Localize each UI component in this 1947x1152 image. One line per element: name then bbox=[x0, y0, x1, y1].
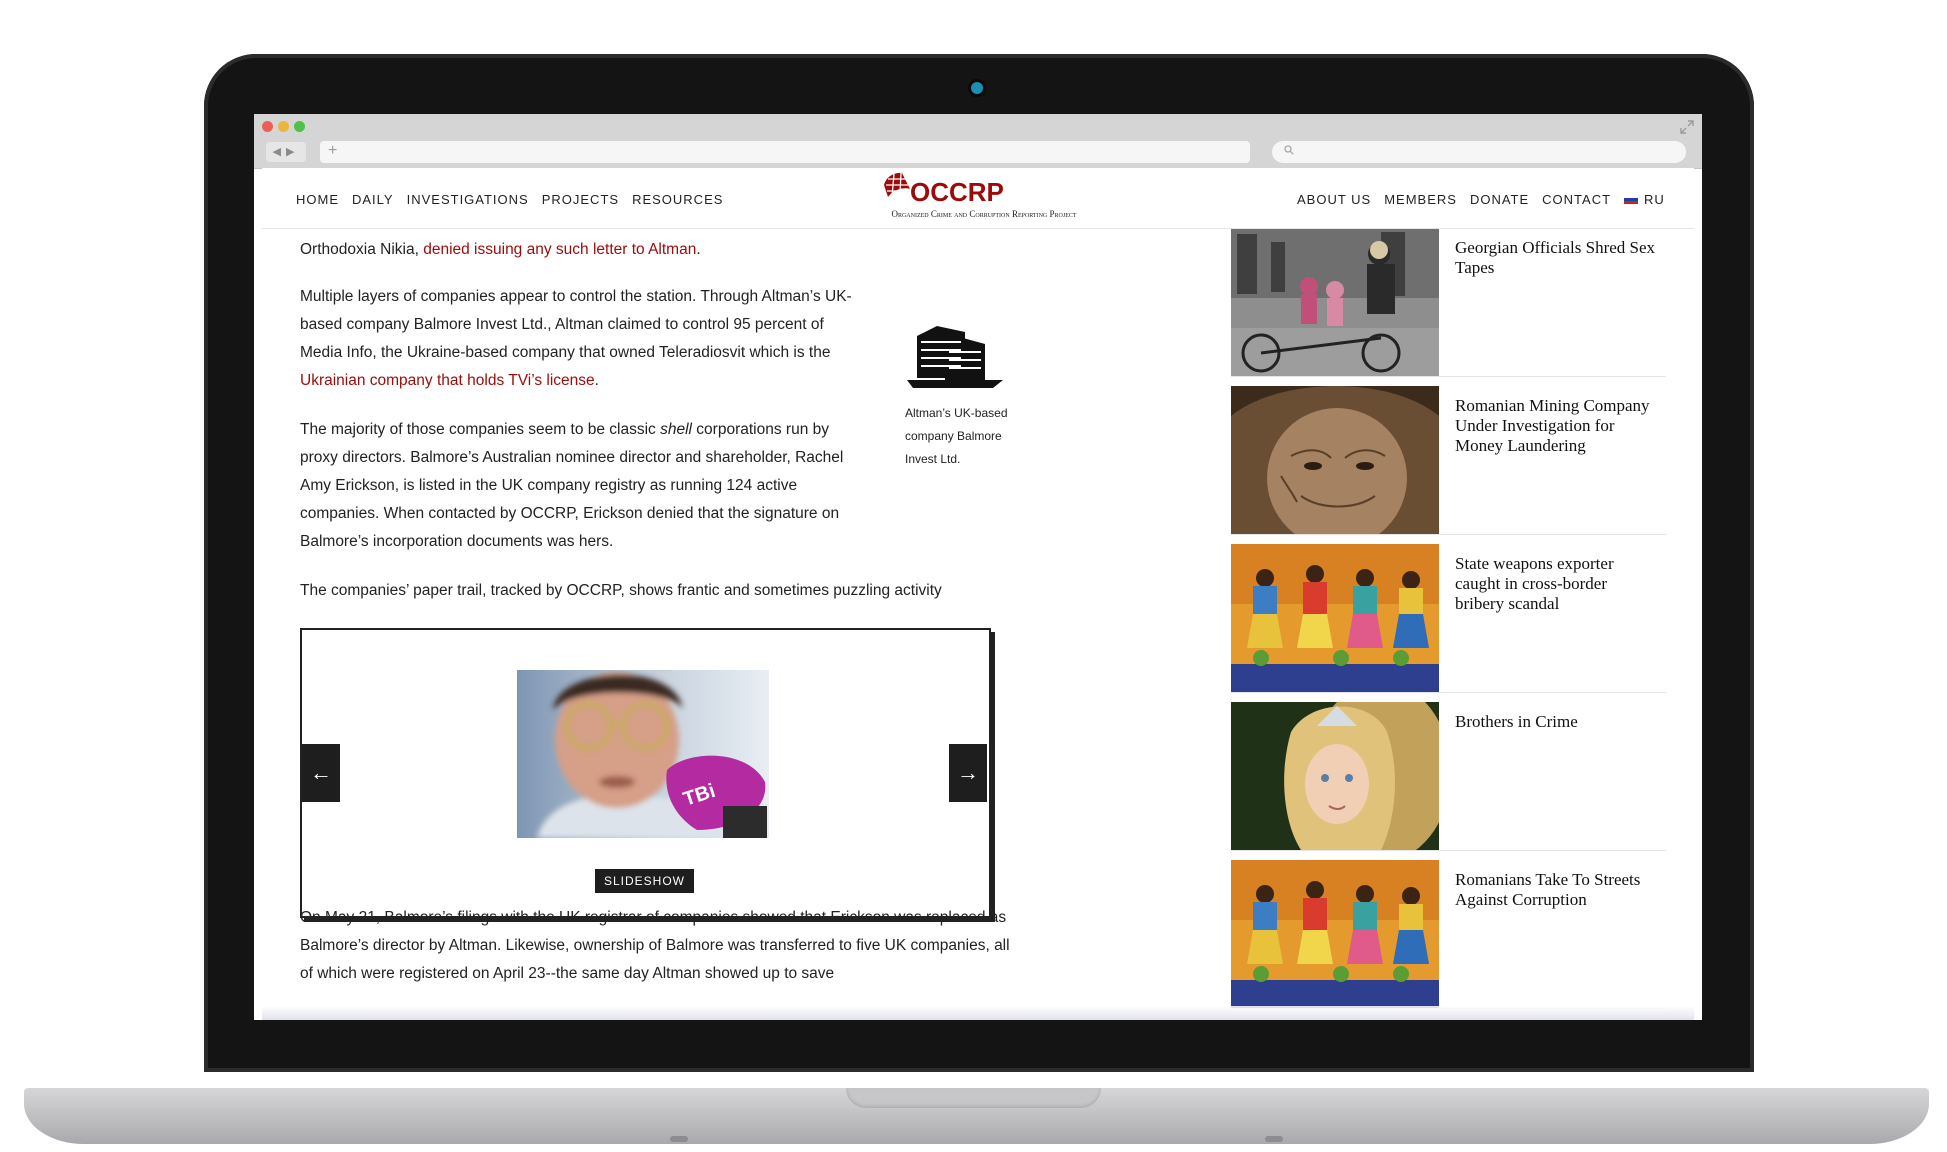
address-bar[interactable]: + bbox=[320, 141, 1250, 163]
paragraph: The majority of those companies seem to … bbox=[300, 416, 870, 556]
paragraph-text: . bbox=[594, 372, 599, 389]
related-story[interactable]: Georgian Officials Shred Sex Tapes bbox=[1231, 228, 1666, 377]
slideshow-label[interactable]: SLIDESHOW bbox=[595, 869, 695, 893]
story-thumbnail[interactable] bbox=[1231, 702, 1439, 850]
nav-home[interactable]: HOME bbox=[296, 192, 339, 207]
elderly-woman-portrait-photo bbox=[1231, 386, 1439, 534]
related-story[interactable]: Romanians Take To Streets Against Corrup… bbox=[1231, 860, 1666, 1009]
article-link[interactable]: Ukrainian company that holds TVi’s licen… bbox=[300, 372, 595, 389]
paragraph: Multiple layers of companies appear to c… bbox=[300, 283, 870, 395]
forward-arrow-icon[interactable]: ▶ bbox=[286, 146, 299, 158]
arrow-right-icon: → bbox=[957, 760, 979, 785]
story-title[interactable]: Romanians Take To Streets Against Corrup… bbox=[1455, 870, 1660, 910]
site-header: HOME DAILY INVESTIGATIONS PROJECTS RESOU… bbox=[262, 168, 1694, 229]
nav-contact[interactable]: CONTACT bbox=[1542, 192, 1611, 207]
slideshow-prev-button[interactable]: ← bbox=[302, 744, 340, 802]
web-page: HOME DAILY INVESTIGATIONS PROJECTS RESOU… bbox=[262, 168, 1694, 1020]
tandem-bicycle-photo bbox=[1231, 228, 1439, 376]
paragraph: The companies’ paper trail, tracked by O… bbox=[300, 582, 942, 599]
story-title[interactable]: Georgian Officials Shred Sex Tapes bbox=[1455, 238, 1660, 278]
paragraph: On May 21, Balmore’s filings with the UK… bbox=[300, 909, 1010, 982]
emphasis-text: shell bbox=[660, 421, 692, 438]
story-thumbnail[interactable] bbox=[1231, 228, 1439, 376]
paragraph: Orthodoxia Nikia, denied issuing any suc… bbox=[300, 236, 1020, 264]
nav-projects[interactable]: PROJECTS bbox=[542, 192, 619, 207]
back-arrow-icon[interactable]: ◀ bbox=[273, 146, 286, 158]
paragraph-text: The majority of those companies seem to … bbox=[300, 421, 661, 438]
browser-chrome: ◀▶ + bbox=[254, 114, 1702, 169]
russian-flag-icon bbox=[1624, 195, 1639, 204]
browser-window: ◀▶ + HOME DAILY INVESTIGATIONS PROJECTS … bbox=[254, 114, 1702, 1020]
laptop-foot bbox=[670, 1136, 688, 1142]
nav-investigations[interactable]: INVESTIGATIONS bbox=[407, 192, 529, 207]
arrow-left-icon: ← bbox=[310, 760, 332, 785]
story-title[interactable]: Romanian Mining Company Under Investigat… bbox=[1455, 396, 1660, 456]
nav-resources[interactable]: RESOURCES bbox=[632, 192, 723, 207]
slideshow[interactable]: TBi ← → SLIDESHOW bbox=[300, 628, 991, 918]
logo-wordmark: OCCRP bbox=[910, 177, 1004, 207]
paragraph-text: Multiple layers of companies appear to c… bbox=[300, 288, 852, 361]
paragraph-text: . bbox=[696, 241, 701, 258]
related-story[interactable]: Brothers in Crime bbox=[1231, 702, 1666, 851]
logo-tagline: Organized Crime and Corruption Reporting… bbox=[891, 209, 1077, 219]
factbox: Altman’s UK-based company Balmore Invest… bbox=[905, 322, 1015, 471]
maximize-window-dot[interactable] bbox=[294, 121, 305, 132]
back-forward-buttons[interactable]: ◀▶ bbox=[266, 142, 306, 162]
story-title[interactable]: State weapons exporter caught in cross-b… bbox=[1455, 554, 1660, 614]
primary-nav: HOME DAILY INVESTIGATIONS PROJECTS RESOU… bbox=[296, 192, 723, 207]
occrp-logo[interactable]: OCCRP Organized Crime and Corruption Rep… bbox=[864, 171, 1104, 223]
story-thumbnail[interactable] bbox=[1231, 860, 1439, 1008]
nav-members[interactable]: MEMBERS bbox=[1384, 192, 1457, 207]
story-thumbnail[interactable] bbox=[1231, 544, 1439, 692]
colorful-women-photo bbox=[1231, 860, 1439, 1008]
secondary-nav: ABOUT US MEMBERS DONATE CONTACT RU bbox=[1297, 192, 1665, 207]
related-story[interactable]: State weapons exporter caught in cross-b… bbox=[1231, 544, 1666, 693]
slideshow-next-button[interactable]: → bbox=[949, 744, 987, 802]
close-window-dot[interactable] bbox=[262, 121, 273, 132]
language-label: RU bbox=[1644, 192, 1665, 207]
man-with-microphone-photo: TBi bbox=[517, 670, 769, 838]
laptop-notch bbox=[846, 1088, 1101, 1108]
fullscreen-expand-icon[interactable] bbox=[1680, 120, 1694, 134]
slideshow-image[interactable]: TBi bbox=[517, 670, 769, 838]
new-tab-plus-icon[interactable]: + bbox=[328, 142, 337, 160]
nav-donate[interactable]: DONATE bbox=[1470, 192, 1529, 207]
paragraph-text: Orthodoxia Nikia, bbox=[300, 241, 424, 258]
nav-about-us[interactable]: ABOUT US bbox=[1297, 192, 1371, 207]
story-title[interactable]: Brothers in Crime bbox=[1455, 712, 1660, 732]
related-story[interactable]: Romanian Mining Company Under Investigat… bbox=[1231, 386, 1666, 535]
nav-daily[interactable]: DAILY bbox=[352, 192, 394, 207]
search-icon bbox=[1284, 145, 1294, 155]
page-bottom-fade bbox=[262, 1006, 1694, 1020]
minimize-window-dot[interactable] bbox=[278, 121, 289, 132]
article-link[interactable]: denied issuing any such letter to Altman bbox=[423, 241, 696, 258]
paragraph-text: corporations run by proxy directors. Bal… bbox=[300, 421, 844, 550]
story-thumbnail[interactable] bbox=[1231, 386, 1439, 534]
girl-portrait-photo bbox=[1231, 702, 1439, 850]
language-switch[interactable]: RU bbox=[1624, 192, 1665, 207]
office-buildings-icon bbox=[907, 326, 1003, 388]
laptop-foot bbox=[1265, 1136, 1283, 1142]
webcam-icon bbox=[971, 82, 983, 94]
colorful-women-photo bbox=[1231, 544, 1439, 692]
browser-search-field[interactable] bbox=[1272, 141, 1686, 163]
factbox-caption: Altman’s UK-based company Balmore Invest… bbox=[905, 406, 1008, 466]
